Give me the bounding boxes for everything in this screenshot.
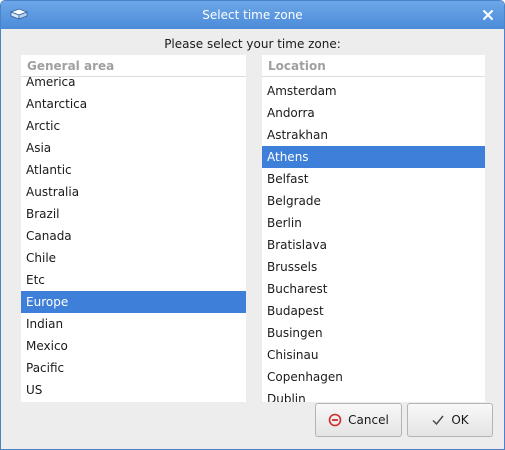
cancel-button[interactable]: Cancel bbox=[315, 403, 402, 437]
list-item[interactable]: Brazil bbox=[21, 203, 246, 225]
list-item[interactable]: Brussels bbox=[262, 256, 485, 278]
cancel-icon bbox=[328, 413, 342, 427]
prompt-text: Please select your time zone: bbox=[164, 37, 341, 51]
location-list[interactable]: Amsterdam Andorra Astrakhan Athens Belfast Be… bbox=[262, 80, 485, 402]
list-item[interactable]: Berlin bbox=[262, 212, 485, 234]
general-area-panel: General area America Antarctica Arctic Asia… bbox=[21, 55, 246, 402]
list-item[interactable]: Atlantic bbox=[21, 159, 246, 181]
list-item[interactable]: Belfast bbox=[262, 168, 485, 190]
list-item[interactable]: Astrakhan bbox=[262, 124, 485, 146]
list-item[interactable]: Australia bbox=[21, 181, 246, 203]
list-item[interactable]: Amsterdam bbox=[262, 80, 485, 102]
general-area-list[interactable]: America Antarctica Arctic Asia Atlantic Austr… bbox=[21, 71, 246, 402]
location-header[interactable]: Location bbox=[262, 55, 485, 77]
location-panel: Location Amsterdam Andorra Astrakhan Athens… bbox=[262, 55, 485, 402]
list-item[interactable]: Bratislava bbox=[262, 234, 485, 256]
list-item[interactable]: Indian bbox=[21, 313, 246, 335]
list-item[interactable]: Mexico bbox=[21, 335, 246, 357]
ok-label: OK bbox=[451, 413, 469, 427]
close-icon[interactable] bbox=[480, 7, 496, 23]
list-item[interactable]: Dublin bbox=[262, 388, 485, 402]
list-item[interactable]: Antarctica bbox=[21, 93, 246, 115]
list-item[interactable]: Chile bbox=[21, 247, 246, 269]
list-item[interactable]: US bbox=[21, 379, 246, 401]
list-item[interactable]: Athens bbox=[262, 146, 485, 168]
ok-button[interactable]: OK bbox=[407, 403, 493, 437]
list-item[interactable]: Chisinau bbox=[262, 344, 485, 366]
checkmark-icon bbox=[432, 415, 444, 426]
list-item[interactable]: Pacific bbox=[21, 357, 246, 379]
list-item[interactable]: Budapest bbox=[262, 300, 485, 322]
list-item[interactable]: Busingen bbox=[262, 322, 485, 344]
list-item[interactable]: Canada bbox=[21, 225, 246, 247]
list-item[interactable]: Europe bbox=[21, 291, 246, 313]
select-time-zone-dialog: Select time zone Please select your time… bbox=[0, 0, 505, 450]
title-bar[interactable]: Select time zone bbox=[1, 1, 504, 29]
general-area-header[interactable]: General area bbox=[21, 55, 246, 77]
list-item[interactable]: Andorra bbox=[262, 102, 485, 124]
window-title: Select time zone bbox=[202, 8, 303, 22]
list-item[interactable]: Bucharest bbox=[262, 278, 485, 300]
list-item[interactable]: Belgrade bbox=[262, 190, 485, 212]
list-item[interactable]: Arctic bbox=[21, 115, 246, 137]
list-item[interactable]: Asia bbox=[21, 137, 246, 159]
list-item[interactable]: Copenhagen bbox=[262, 366, 485, 388]
list-item[interactable]: Etc bbox=[21, 269, 246, 291]
cancel-label: Cancel bbox=[348, 413, 389, 427]
